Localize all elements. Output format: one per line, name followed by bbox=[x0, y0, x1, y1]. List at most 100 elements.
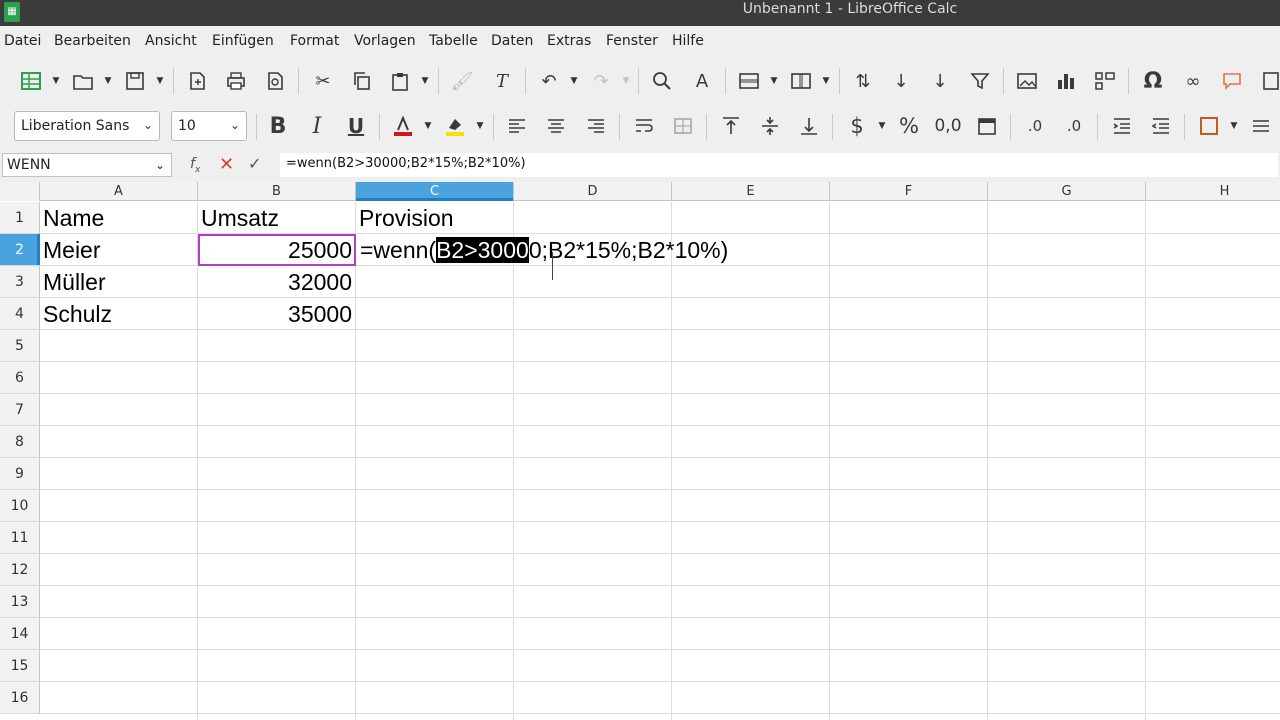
menu-fenster[interactable]: Fenster bbox=[606, 32, 658, 50]
currency-dropdown-icon[interactable]: ▼ bbox=[877, 112, 887, 140]
italic-icon[interactable]: I bbox=[303, 112, 331, 140]
menu-ansicht[interactable]: Ansicht bbox=[145, 32, 197, 50]
cancel-icon[interactable]: ✕ bbox=[219, 154, 234, 175]
row-header-11[interactable]: 11 bbox=[0, 522, 40, 554]
cut-icon[interactable]: ✂ bbox=[309, 67, 337, 95]
cell-grid[interactable]: Name Umsatz Provision Meier 25000 Müller… bbox=[40, 202, 1280, 720]
currency-format-icon[interactable]: $ bbox=[843, 112, 871, 140]
row-icon[interactable] bbox=[735, 67, 763, 95]
row-header-2[interactable]: 2 bbox=[0, 234, 40, 266]
decrease-indent-icon[interactable] bbox=[1147, 112, 1175, 140]
row-header-8[interactable]: 8 bbox=[0, 426, 40, 458]
column-header-e[interactable]: E bbox=[672, 182, 830, 201]
name-box[interactable]: WENN ⌄ bbox=[2, 153, 172, 177]
accept-icon[interactable]: ✓ bbox=[248, 154, 261, 173]
comment-icon[interactable] bbox=[1218, 67, 1246, 95]
row-header-15[interactable]: 15 bbox=[0, 650, 40, 682]
open-folder-icon[interactable] bbox=[69, 67, 97, 95]
sort-icon[interactable]: ⇅ bbox=[849, 67, 877, 95]
menu-format[interactable]: Format bbox=[290, 32, 339, 50]
menu-extras[interactable]: Extras bbox=[547, 32, 591, 50]
copy-icon[interactable] bbox=[348, 67, 376, 95]
cell-a1[interactable]: Name bbox=[40, 202, 197, 234]
row-header-14[interactable]: 14 bbox=[0, 618, 40, 650]
open-dropdown-icon[interactable]: ▼ bbox=[103, 67, 113, 95]
cell-c2-editor[interactable]: =wenn(B2>30000;B2*15%;B2*10%) bbox=[358, 234, 728, 266]
select-all-corner[interactable] bbox=[0, 182, 40, 201]
add-decimal-icon[interactable]: .0 bbox=[1021, 112, 1049, 140]
align-bottom-icon[interactable] bbox=[795, 112, 823, 140]
menu-datei[interactable]: Datei bbox=[4, 32, 41, 50]
row-header-9[interactable]: 9 bbox=[0, 458, 40, 490]
sort-ascending-icon[interactable]: ↓ bbox=[887, 67, 915, 95]
save-icon[interactable] bbox=[121, 67, 149, 95]
cell-a4[interactable]: Schulz bbox=[40, 298, 197, 330]
headers-footers-icon[interactable] bbox=[1257, 67, 1280, 95]
column-header-h[interactable]: H bbox=[1146, 182, 1280, 201]
underline-icon[interactable]: U bbox=[342, 112, 370, 140]
column-header-a[interactable]: A bbox=[40, 182, 198, 201]
menu-bearbeiten[interactable]: Bearbeiten bbox=[54, 32, 131, 50]
cell-c1[interactable]: Provision bbox=[356, 202, 513, 234]
percent-format-icon[interactable]: % bbox=[895, 112, 923, 140]
column-header-g[interactable]: G bbox=[988, 182, 1146, 201]
redo-icon[interactable]: ↷ bbox=[587, 67, 615, 95]
align-left-icon[interactable] bbox=[503, 112, 531, 140]
row-header-7[interactable]: 7 bbox=[0, 394, 40, 426]
pivot-table-icon[interactable] bbox=[1091, 67, 1119, 95]
paste-icon[interactable] bbox=[386, 67, 414, 95]
clear-formatting-icon[interactable]: T bbox=[488, 67, 516, 95]
wrap-text-icon[interactable] bbox=[630, 112, 658, 140]
font-name-combobox[interactable]: Liberation Sans ⌄ bbox=[14, 111, 160, 141]
paste-dropdown-icon[interactable]: ▼ bbox=[420, 67, 430, 95]
increase-indent-icon[interactable] bbox=[1108, 112, 1136, 140]
sort-descending-icon[interactable]: ↓ bbox=[926, 67, 954, 95]
find-replace-icon[interactable] bbox=[648, 67, 676, 95]
autofilter-icon[interactable] bbox=[966, 67, 994, 95]
print-icon[interactable] bbox=[222, 67, 250, 95]
spelling-icon[interactable]: A bbox=[688, 67, 716, 95]
cell-b1[interactable]: Umsatz bbox=[198, 202, 355, 234]
row-header-1[interactable]: 1 bbox=[0, 202, 40, 234]
row-header-12[interactable]: 12 bbox=[0, 554, 40, 586]
cell-a2[interactable]: Meier bbox=[40, 234, 197, 266]
function-wizard-icon[interactable]: fx bbox=[190, 156, 200, 175]
new-spreadsheet-icon[interactable] bbox=[17, 67, 45, 95]
date-format-icon[interactable] bbox=[973, 112, 1001, 140]
align-top-icon[interactable] bbox=[717, 112, 745, 140]
insert-chart-icon[interactable] bbox=[1052, 67, 1080, 95]
border-style-icon[interactable] bbox=[1247, 112, 1275, 140]
cell-b3[interactable]: 32000 bbox=[198, 266, 355, 298]
column-header-b[interactable]: B bbox=[198, 182, 356, 201]
column-icon[interactable] bbox=[787, 67, 815, 95]
hyperlink-icon[interactable]: ∞ bbox=[1179, 67, 1207, 95]
export-pdf-icon[interactable] bbox=[183, 67, 211, 95]
highlight-dropdown-icon[interactable]: ▼ bbox=[475, 112, 485, 140]
number-format-icon[interactable]: 0,0 bbox=[934, 112, 962, 140]
align-right-icon[interactable] bbox=[582, 112, 610, 140]
font-size-combobox[interactable]: 10 ⌄ bbox=[171, 111, 247, 141]
bold-icon[interactable]: B bbox=[264, 112, 292, 140]
print-preview-icon[interactable] bbox=[261, 67, 289, 95]
column-header-f[interactable]: F bbox=[830, 182, 988, 201]
font-color-dropdown-icon[interactable]: ▼ bbox=[423, 112, 433, 140]
menu-tabelle[interactable]: Tabelle bbox=[429, 32, 478, 50]
highlight-color-icon[interactable] bbox=[441, 112, 469, 140]
row-header-4[interactable]: 4 bbox=[0, 298, 40, 330]
clone-formatting-icon[interactable]: 🖌 bbox=[448, 67, 476, 95]
borders-icon[interactable] bbox=[1195, 112, 1223, 140]
row-dropdown-icon[interactable]: ▼ bbox=[769, 67, 779, 95]
menu-vorlagen[interactable]: Vorlagen bbox=[354, 32, 416, 50]
undo-dropdown-icon[interactable]: ▼ bbox=[569, 67, 579, 95]
special-character-icon[interactable]: Ω bbox=[1139, 67, 1167, 95]
row-header-5[interactable]: 5 bbox=[0, 330, 40, 362]
column-header-c[interactable]: C bbox=[356, 182, 514, 201]
new-dropdown-icon[interactable]: ▼ bbox=[51, 67, 61, 95]
row-header-6[interactable]: 6 bbox=[0, 362, 40, 394]
row-header-13[interactable]: 13 bbox=[0, 586, 40, 618]
cell-a3[interactable]: Müller bbox=[40, 266, 197, 298]
center-vertically-icon[interactable] bbox=[756, 112, 784, 140]
column-header-d[interactable]: D bbox=[514, 182, 672, 201]
menu-einfuegen[interactable]: Einfügen bbox=[212, 32, 274, 50]
merge-cells-icon[interactable] bbox=[669, 112, 697, 140]
